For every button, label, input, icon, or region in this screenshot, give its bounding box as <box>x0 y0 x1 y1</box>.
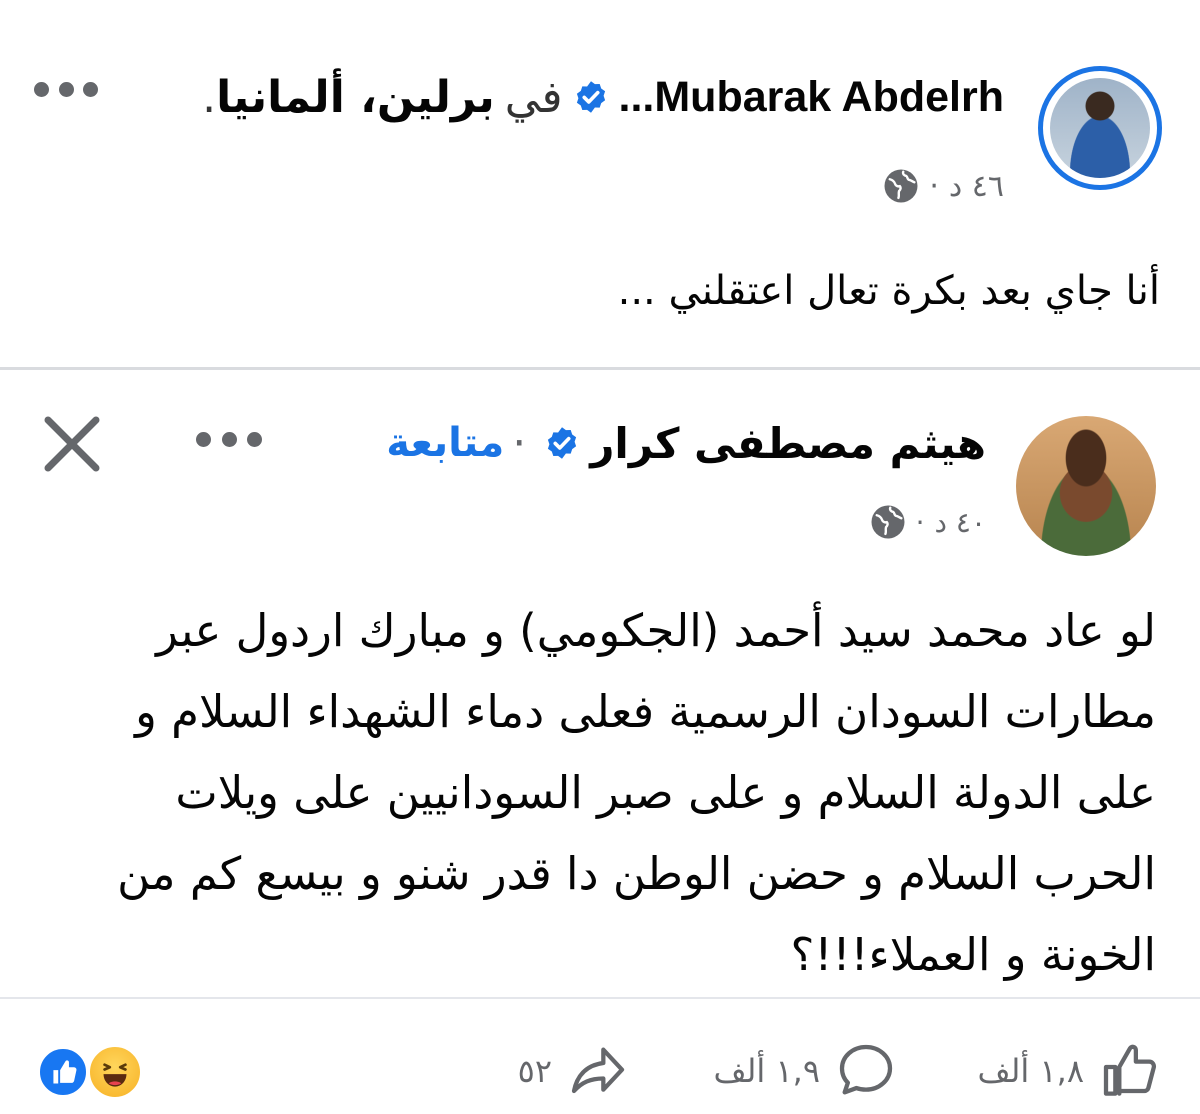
shared-post-time[interactable]: ٤٠ د <box>935 506 986 539</box>
more-icon-dot <box>83 82 98 97</box>
like-icon <box>1103 1044 1157 1096</box>
like-count: ١,٨ ألف <box>977 1052 1084 1090</box>
shared-post-meta: ٤٠ د · <box>870 504 986 540</box>
share-icon <box>571 1047 625 1094</box>
shared-post-header: هيثم مصطفى كرار · متابعة <box>386 408 986 478</box>
verified-badge-icon <box>576 81 605 113</box>
reactions-summary[interactable] <box>38 1045 148 1099</box>
author-avatar-photo <box>1050 78 1150 178</box>
meta-separator: · <box>929 168 939 204</box>
shared-post-text: لو عاد محمد سيد أحمد (الجكومي) و مبارك ا… <box>117 604 1156 981</box>
post-time[interactable]: ٤٦ د <box>949 169 1004 204</box>
post-meta: ٤٦ د · <box>883 168 1004 204</box>
more-icon-dot <box>221 432 237 447</box>
more-icon-dot <box>247 432 262 447</box>
globe-icon[interactable] <box>870 504 906 540</box>
comment-button[interactable]: ١,٩ ألف <box>714 1036 898 1106</box>
more-icon-dot <box>34 82 49 97</box>
location-prefix: في <box>504 71 563 123</box>
shared-author-avatar[interactable] <box>1016 416 1156 556</box>
author-name[interactable]: Mubarak Abdelrh... <box>619 73 1004 122</box>
location-suffix: . <box>202 71 217 123</box>
post-text: أنا جاي بعد بكرة تعال اعتقلني ... <box>617 268 1160 314</box>
shared-author-name[interactable]: هيثم مصطفى كرار <box>590 419 986 468</box>
like-reaction-icon <box>38 1047 88 1097</box>
comment-icon <box>839 1044 893 1095</box>
follow-separator: · <box>512 417 527 469</box>
more-icon-dot <box>58 82 74 97</box>
comment-count: ١,٩ ألف <box>713 1052 820 1090</box>
close-icon[interactable] <box>40 412 104 476</box>
like-button[interactable]: ١,٨ ألف <box>978 1036 1162 1106</box>
footer-divider <box>0 997 1200 999</box>
share-count: ٥٢ <box>517 1052 552 1090</box>
more-icon-dot <box>196 432 211 447</box>
divider <box>0 367 1200 370</box>
location-name[interactable]: برلين، ألمانيا <box>216 72 495 123</box>
shared-post-more-button[interactable] <box>196 432 262 452</box>
author-avatar[interactable] <box>1038 66 1162 190</box>
post-header: Mubarak Abdelrh... في برلين، ألمانيا . <box>202 62 1004 132</box>
follow-button[interactable]: متابعة <box>386 420 504 466</box>
share-button[interactable]: ٥٢ <box>518 1036 630 1106</box>
globe-icon[interactable] <box>883 168 919 204</box>
meta-separator: · <box>915 505 925 539</box>
haha-reaction-icon <box>88 1045 142 1099</box>
post-more-button[interactable] <box>34 82 98 104</box>
verified-badge-icon <box>548 427 577 459</box>
